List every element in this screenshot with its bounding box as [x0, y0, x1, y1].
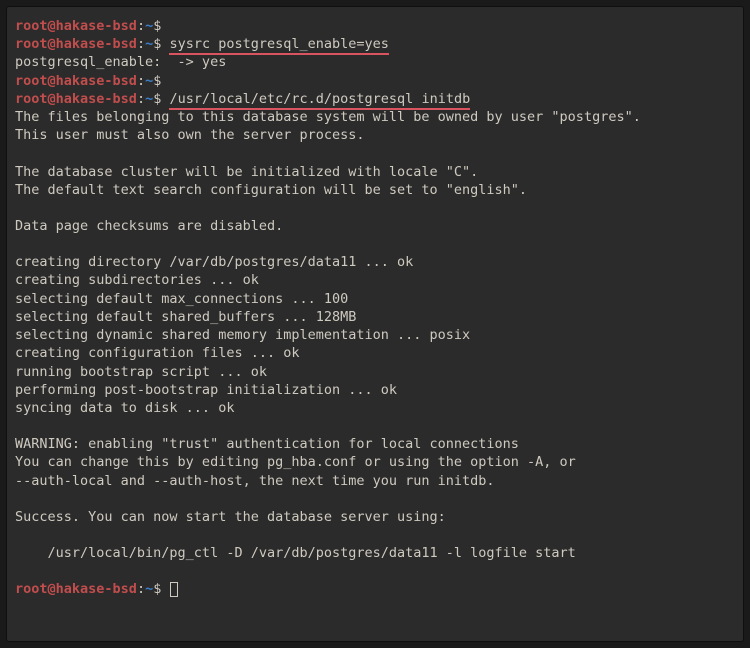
prompt-sigil: $ — [153, 91, 169, 107]
prompt-colon: : — [137, 581, 145, 597]
output-line: You can change this by editing pg_hba.co… — [15, 453, 735, 471]
prompt-host: hakase-bsd — [56, 91, 137, 107]
prompt-at: @ — [48, 91, 56, 107]
output-line: performing post-bootstrap initialization… — [15, 381, 735, 399]
command-sysrc: sysrc postgresql_enable=yes — [169, 36, 388, 55]
prompt-line: root@hakase-bsd:~$ — [15, 72, 735, 90]
output-line: syncing data to disk ... ok — [15, 399, 735, 417]
blank-line — [15, 490, 735, 508]
prompt-sigil: $ — [153, 581, 169, 597]
prompt-user: root — [15, 36, 48, 52]
prompt-sigil: $ — [153, 73, 169, 89]
prompt-host: hakase-bsd — [56, 581, 137, 597]
output-line: running bootstrap script ... ok — [15, 363, 735, 381]
terminal-window[interactable]: root@hakase-bsd:~$ root@hakase-bsd:~$ sy… — [6, 6, 744, 642]
prompt-line: root@hakase-bsd:~$ /usr/local/etc/rc.d/p… — [15, 90, 735, 108]
blank-line — [15, 235, 735, 253]
prompt-user: root — [15, 73, 48, 89]
prompt-host: hakase-bsd — [56, 36, 137, 52]
output-line: The default text search configuration wi… — [15, 181, 735, 199]
prompt-at: @ — [48, 36, 56, 52]
prompt-sigil: $ — [153, 36, 169, 52]
output-line: This user must also own the server proce… — [15, 126, 735, 144]
prompt-path: ~ — [145, 73, 153, 89]
output-line: selecting default max_connections ... 10… — [15, 290, 735, 308]
prompt-path: ~ — [145, 36, 153, 52]
command-initdb: /usr/local/etc/rc.d/postgresql initdb — [169, 91, 470, 110]
output-line: creating subdirectories ... ok — [15, 271, 735, 289]
output-line: creating directory /var/db/postgres/data… — [15, 253, 735, 271]
prompt-at: @ — [48, 581, 56, 597]
blank-line — [15, 417, 735, 435]
blank-line — [15, 145, 735, 163]
blank-line — [15, 526, 735, 544]
output-line: creating configuration files ... ok — [15, 344, 735, 362]
prompt-line: root@hakase-bsd:~$ sysrc postgresql_enab… — [15, 35, 735, 53]
prompt-colon: : — [137, 18, 145, 34]
cursor-icon — [170, 582, 178, 597]
prompt-colon: : — [137, 91, 145, 107]
blank-line — [15, 562, 735, 580]
prompt-path: ~ — [145, 91, 153, 107]
prompt-sigil: $ — [153, 18, 169, 34]
output-line: /usr/local/bin/pg_ctl -D /var/db/postgre… — [15, 544, 735, 562]
output-line: Success. You can now start the database … — [15, 508, 735, 526]
output-line: The files belonging to this database sys… — [15, 108, 735, 126]
prompt-user: root — [15, 91, 48, 107]
prompt-line: root@hakase-bsd:~$ — [15, 17, 735, 35]
prompt-host: hakase-bsd — [56, 18, 137, 34]
output-line: Data page checksums are disabled. — [15, 217, 735, 235]
output-line: selecting dynamic shared memory implemen… — [15, 326, 735, 344]
output-line: The database cluster will be initialized… — [15, 163, 735, 181]
prompt-at: @ — [48, 73, 56, 89]
output-line: postgresql_enable: -> yes — [15, 53, 735, 71]
prompt-path: ~ — [145, 581, 153, 597]
prompt-user: root — [15, 18, 48, 34]
output-line: --auth-local and --auth-host, the next t… — [15, 472, 735, 490]
prompt-path: ~ — [145, 18, 153, 34]
prompt-at: @ — [48, 18, 56, 34]
prompt-colon: : — [137, 73, 145, 89]
prompt-line-active[interactable]: root@hakase-bsd:~$ — [15, 580, 735, 598]
prompt-user: root — [15, 581, 48, 597]
output-line: selecting default shared_buffers ... 128… — [15, 308, 735, 326]
blank-line — [15, 199, 735, 217]
prompt-colon: : — [137, 36, 145, 52]
output-line: WARNING: enabling "trust" authentication… — [15, 435, 735, 453]
prompt-host: hakase-bsd — [56, 73, 137, 89]
